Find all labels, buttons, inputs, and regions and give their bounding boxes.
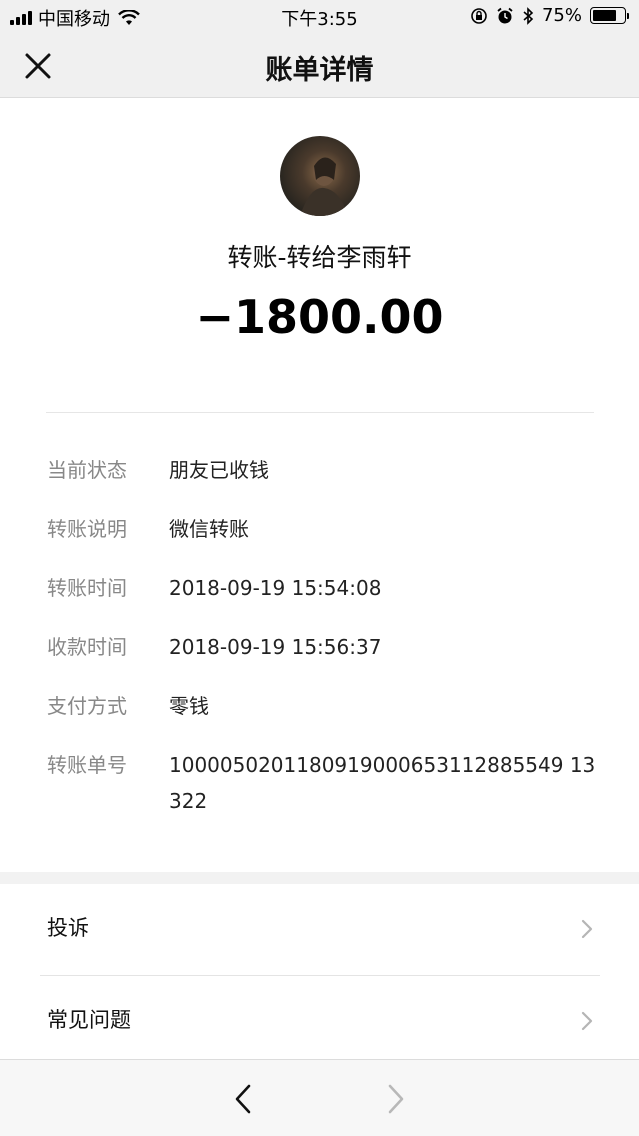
detail-label: 转账单号: [47, 753, 127, 777]
chevron-right-icon: [581, 1011, 593, 1031]
battery-percent: 75%: [541, 5, 582, 26]
faq-label: 常见问题: [47, 1008, 131, 1032]
detail-value: 2018-09-19 15:56:37: [169, 635, 382, 659]
nav-bar: 账单详情: [0, 34, 639, 98]
status-bar: 中国移动 下午3:55 75%: [0, 0, 639, 34]
detail-value: 零钱: [169, 694, 209, 718]
detail-value: 微信转账: [169, 517, 249, 541]
alarm-icon: [497, 7, 513, 23]
complaint-label: 投诉: [47, 916, 89, 940]
forward-arrow-icon[interactable]: [385, 1082, 407, 1116]
detail-value: 2018-09-19 15:54:08: [169, 576, 382, 600]
divider: [46, 412, 594, 413]
rotation-lock-icon: [471, 7, 487, 24]
transaction-id-value: 1000050201180919000653112885549 13322: [169, 753, 596, 813]
transaction-title: 转账-转给李雨轩: [227, 243, 412, 272]
status-right: 75%: [470, 5, 629, 26]
section-gap: [0, 872, 639, 884]
detail-label: 转账说明: [47, 517, 127, 541]
faq-item[interactable]: 常见问题: [0, 976, 639, 1066]
page-title: 账单详情: [265, 55, 374, 86]
detail-label: 当前状态: [47, 458, 127, 482]
browser-toolbar: [0, 1059, 639, 1136]
detail-value: 朋友已收钱: [169, 458, 269, 482]
detail-label: 转账时间: [47, 576, 127, 600]
detail-label: 支付方式: [47, 694, 127, 718]
bluetooth-icon: [523, 6, 534, 25]
transaction-amount: −1800.00: [195, 290, 444, 344]
chevron-right-icon: [581, 919, 593, 939]
avatar: [280, 136, 360, 216]
complaint-item[interactable]: 投诉: [0, 884, 639, 974]
back-arrow-icon[interactable]: [232, 1082, 254, 1116]
battery-icon: [590, 7, 629, 24]
detail-label: 收款时间: [47, 635, 127, 659]
